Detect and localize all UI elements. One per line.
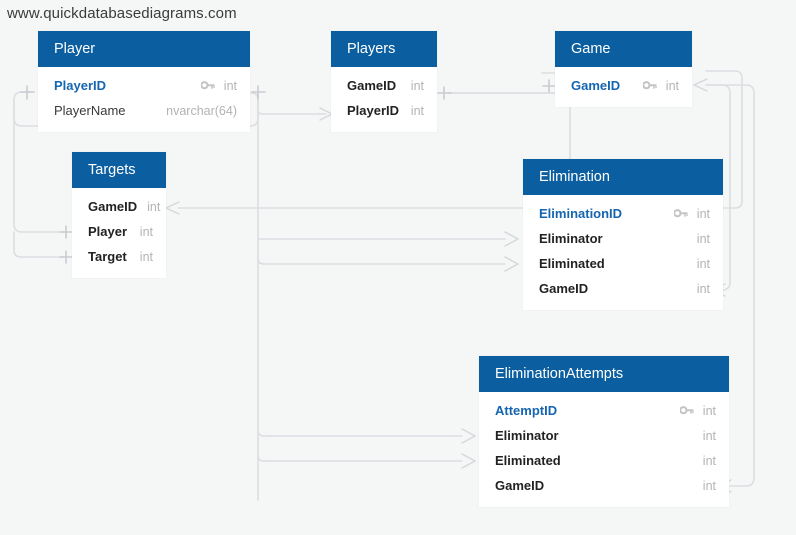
field-row[interactable]: Eliminated int <box>479 448 729 473</box>
table-card-players[interactable]: Players GameID int PlayerID int <box>331 31 437 132</box>
field-type: int <box>702 428 716 443</box>
field-type: int <box>702 403 716 418</box>
primary-key-icon <box>673 208 688 219</box>
table-title-elimination_attempts[interactable]: EliminationAttempts <box>479 356 729 392</box>
primary-key-icon <box>679 405 694 416</box>
field-type: int <box>696 256 710 271</box>
field-name: Eliminator <box>495 428 559 443</box>
crowsfoot-marker <box>461 453 476 469</box>
table-card-elimination[interactable]: Elimination EliminationID int Eliminator int… <box>523 159 723 310</box>
field-type: int <box>147 199 161 214</box>
field-name: PlayerID <box>347 103 400 118</box>
field-name: EliminationID <box>539 206 623 221</box>
field-name: GameID <box>539 281 589 296</box>
diagram-canvas[interactable]: www.quickdatabasediagrams.com Player Pla… <box>0 0 796 535</box>
field-type: int <box>696 206 710 221</box>
field-type: int <box>696 231 710 246</box>
crowsfoot-marker <box>461 428 476 444</box>
field-name: Player <box>88 224 128 239</box>
field-type: int <box>223 78 237 93</box>
table-card-player[interactable]: Player PlayerID int PlayerName nvarchar(64) <box>38 31 250 132</box>
table-title-player[interactable]: Player <box>38 31 250 67</box>
field-type: int <box>410 103 424 118</box>
table-title-targets[interactable]: Targets <box>72 152 166 188</box>
field-name: GameID <box>88 199 138 214</box>
table-fields-targets: GameID int Player int Target int <box>72 188 166 278</box>
field-row[interactable]: Eliminator int <box>523 226 723 251</box>
table-fields-game: GameID int <box>555 67 692 107</box>
field-name: GameID <box>347 78 397 93</box>
field-name: Target <box>88 249 127 264</box>
field-row[interactable]: Target int <box>72 244 166 269</box>
field-type: int <box>139 249 153 264</box>
field-row[interactable]: Player int <box>72 219 166 244</box>
field-row[interactable]: PlayerID int <box>38 73 250 98</box>
field-type: int <box>702 478 716 493</box>
field-type: int <box>702 453 716 468</box>
field-name: Eliminator <box>539 231 603 246</box>
field-name: Eliminated <box>495 453 561 468</box>
table-fields-elimination_attempts: AttemptID int Eliminator int Eliminated int Ga… <box>479 392 729 507</box>
table-title-elimination[interactable]: Elimination <box>523 159 723 195</box>
crowsfoot-marker <box>165 201 180 215</box>
field-type: int <box>410 78 424 93</box>
table-title-players[interactable]: Players <box>331 31 437 67</box>
field-name: GameID <box>571 78 621 93</box>
crowsfoot-marker <box>693 78 708 92</box>
crowsfoot-marker <box>504 231 519 247</box>
table-fields-players: GameID int PlayerID int <box>331 67 437 132</box>
field-type: int <box>696 281 710 296</box>
table-card-targets[interactable]: Targets GameID int Player int Target int <box>72 152 166 278</box>
field-row[interactable]: EliminationID int <box>523 201 723 226</box>
field-row[interactable]: GameID int <box>331 73 437 98</box>
field-type: int <box>139 224 153 239</box>
table-card-elimination_attempts[interactable]: EliminationAttempts AttemptID int Eliminato… <box>479 356 729 507</box>
field-row[interactable]: GameID int <box>555 73 692 98</box>
primary-key-icon <box>642 80 657 91</box>
crowsfoot-marker <box>504 256 519 272</box>
field-row[interactable]: AttemptID int <box>479 398 729 423</box>
field-name: PlayerID <box>54 78 107 93</box>
field-name: GameID <box>495 478 545 493</box>
field-row[interactable]: Eliminator int <box>479 423 729 448</box>
field-name: AttemptID <box>495 403 558 418</box>
field-row[interactable]: GameID int <box>479 473 729 498</box>
table-fields-elimination: EliminationID int Eliminator int Eliminated i… <box>523 195 723 310</box>
field-name: PlayerName <box>54 103 126 118</box>
table-title-game[interactable]: Game <box>555 31 692 67</box>
primary-key-icon <box>200 80 215 91</box>
table-card-game[interactable]: Game GameID int <box>555 31 692 107</box>
field-row[interactable]: GameID int <box>72 194 166 219</box>
field-name: Eliminated <box>539 256 605 271</box>
field-row[interactable]: Eliminated int <box>523 251 723 276</box>
field-row[interactable]: GameID int <box>523 276 723 301</box>
field-row[interactable]: PlayerID int <box>331 98 437 123</box>
table-fields-player: PlayerID int PlayerName nvarchar(64) <box>38 67 250 132</box>
field-type: nvarchar(64) <box>166 103 237 118</box>
watermark-label: www.quickdatabasediagrams.com <box>7 5 237 22</box>
field-row[interactable]: PlayerName nvarchar(64) <box>38 98 250 123</box>
field-type: int <box>665 78 679 93</box>
